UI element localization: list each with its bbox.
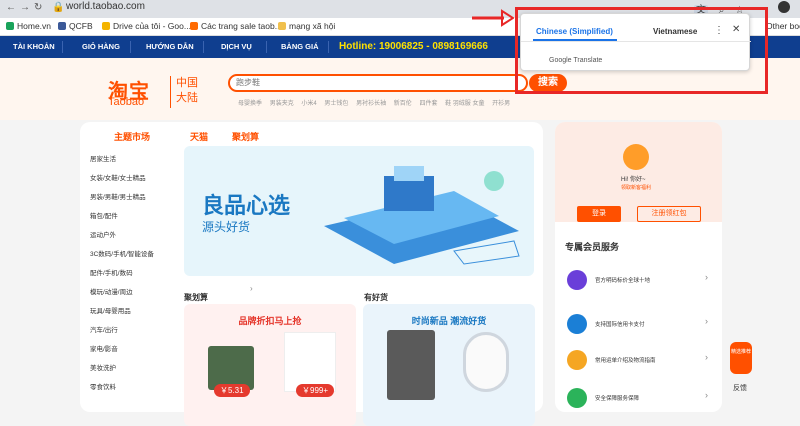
- hot-word[interactable]: 四件套: [419, 101, 437, 107]
- product-image[interactable]: [284, 332, 336, 392]
- category-item[interactable]: 女装/女鞋/女士精品: [90, 172, 146, 182]
- chevron-right-icon: ›: [705, 272, 708, 282]
- annotation-arrow-icon: [472, 9, 514, 27]
- bookmark-favicon: [6, 22, 14, 30]
- category-item[interactable]: 3C数码/手机/智能设备: [90, 248, 154, 258]
- section-banner-text: 品牌折扣马上抢: [238, 316, 302, 326]
- youhaohuo-section[interactable]: 时尚新品 潮流好货: [363, 304, 535, 426]
- forward-icon[interactable]: →: [20, 2, 30, 13]
- reload-icon[interactable]: ↻: [34, 2, 42, 13]
- search-box[interactable]: [228, 74, 528, 92]
- feedback-link[interactable]: 反馈: [733, 383, 747, 393]
- category-item[interactable]: 居家生活: [90, 153, 116, 163]
- hot-word[interactable]: 新百伦: [394, 101, 412, 107]
- bookmark-item[interactable]: Drive của tôi - Goo...: [102, 21, 191, 31]
- juhuasuan-section[interactable]: 品牌折扣马上抢 ￥5.31 ￥999+: [184, 304, 356, 426]
- category-item[interactable]: 零食饮料: [90, 381, 116, 391]
- nav-cart[interactable]: GIỎ HÀNG: [82, 42, 120, 51]
- banner-illustration: [324, 166, 520, 265]
- category-item[interactable]: 家电/影音: [90, 343, 118, 353]
- tab-theme-market[interactable]: 主题市场: [114, 130, 150, 143]
- bookmark-item[interactable]: mạng xã hội: [278, 21, 335, 31]
- hot-word[interactable]: 男装夹克: [270, 101, 294, 107]
- service-item[interactable]: 官方明码标价全球十地 ›: [565, 270, 715, 298]
- hotline-text: Hotline: 19006825 - 0898169666: [339, 41, 488, 52]
- back-icon[interactable]: ←: [6, 2, 16, 13]
- search-input[interactable]: [236, 78, 476, 87]
- drive-icon: [102, 22, 110, 30]
- truck-icon: [567, 350, 587, 370]
- chevron-right-icon: ›: [705, 352, 708, 362]
- hot-words: 母婴换季 男装夹克 小米4 男士钱包 男衬衫长袖 新百伦 四件套 鞋 羽绒服 女…: [238, 98, 516, 107]
- hot-word[interactable]: 男士钱包: [324, 101, 348, 107]
- other-bookmarks[interactable]: Other bookmar: [766, 21, 800, 31]
- bookmark-favicon: [58, 22, 66, 30]
- bookmark-item[interactable]: Home.vn: [6, 21, 51, 31]
- category-item[interactable]: 男装/男鞋/男士精品: [90, 191, 146, 201]
- chevron-right-icon: ›: [705, 390, 708, 400]
- taobao-logo-en: Taobao: [108, 96, 145, 108]
- member-services-title: 专属会员服务: [565, 242, 620, 252]
- featured-float-button[interactable]: 精选推荐: [730, 342, 752, 374]
- section-banner-text: 时尚新品 潮流好货: [411, 316, 487, 326]
- lock-icon: 🔒: [52, 2, 65, 13]
- category-item[interactable]: 汽车/出行: [90, 324, 118, 334]
- benefit-link[interactable]: 领取新客福利: [621, 184, 651, 191]
- category-item[interactable]: 玩具/母婴用品: [90, 305, 131, 315]
- main-card: 主题市场 天猫 聚划算 居家生活 女装/女鞋/女士精品 男装/男鞋/男士精品 箱…: [80, 122, 543, 426]
- banner-subtitle: 源头好货: [202, 220, 251, 234]
- bookmark-item[interactable]: QCFB: [58, 21, 93, 31]
- plane-icon: [567, 270, 587, 290]
- register-button[interactable]: 注册领红包: [637, 206, 701, 222]
- profile-avatar[interactable]: [778, 1, 790, 13]
- tab-tmall[interactable]: 天猫: [190, 130, 208, 143]
- address-bar[interactable]: world.taobao.com: [66, 1, 145, 12]
- nav-guide[interactable]: HƯỚNG DẪN: [146, 42, 194, 51]
- greeting-text: Hi! 你好~: [621, 177, 646, 183]
- hot-word[interactable]: 男衬衫长袖: [356, 101, 386, 107]
- user-panel: Hi! 你好~ 领取新客福利 登录 注册领红包 专属会员服务 官方明码标价全球十…: [555, 122, 722, 412]
- category-item[interactable]: 模玩/动漫/周边: [90, 286, 133, 296]
- category-item[interactable]: 配件/手机/数码: [90, 267, 133, 277]
- hot-word[interactable]: 开衫男: [492, 101, 510, 107]
- hot-word[interactable]: 鞋 羽绒服 女童: [445, 101, 484, 107]
- card-icon: [567, 314, 587, 334]
- tab-juhuasuan[interactable]: 聚划算: [232, 130, 259, 143]
- folder-icon: [278, 22, 286, 30]
- shield-icon: [567, 388, 587, 408]
- region-label: 中国大陆: [176, 77, 198, 104]
- bookmark-favicon: [190, 22, 198, 30]
- carousel-dots[interactable]: [360, 270, 400, 276]
- category-item[interactable]: 运动户外: [90, 229, 116, 239]
- section-title-youhaohuo[interactable]: 有好货: [364, 292, 388, 303]
- category-item[interactable]: 美妆洗护: [90, 362, 116, 372]
- avatar: [623, 144, 649, 170]
- category-item[interactable]: 箱包/配件: [90, 210, 118, 220]
- login-button[interactable]: 登录: [577, 206, 621, 222]
- nav-services[interactable]: DỊCH VỤ: [221, 42, 252, 51]
- promo-banner[interactable]: 良品心选 源头好货: [184, 146, 534, 276]
- service-item[interactable]: 安全保障服务保障 ›: [565, 388, 715, 412]
- annotation-highlight-box: [515, 7, 768, 94]
- service-item[interactable]: 支持国际信用卡支付 ›: [565, 314, 715, 342]
- product-image[interactable]: [387, 330, 435, 400]
- price-tag: ￥5.31: [214, 384, 250, 397]
- nav-pricing[interactable]: BẢNG GIÁ: [281, 42, 319, 51]
- product-image[interactable]: [463, 332, 509, 392]
- banner-title: 良品心选: [202, 193, 291, 218]
- hot-word[interactable]: 母婴换季: [238, 101, 262, 107]
- hot-word[interactable]: 小米4: [301, 101, 316, 107]
- price-tag: ￥999+: [296, 384, 335, 397]
- nav-account[interactable]: TÀI KHOẢN: [13, 42, 55, 51]
- bookmark-item[interactable]: Các trang sale taob...: [190, 21, 282, 31]
- chevron-right-icon: ›: [705, 316, 708, 326]
- service-item[interactable]: 常用运单介绍及物流指南 ›: [565, 350, 715, 378]
- section-title-juhuasuan[interactable]: 聚划算: [184, 292, 208, 303]
- chevron-right-icon: ›: [250, 284, 253, 293]
